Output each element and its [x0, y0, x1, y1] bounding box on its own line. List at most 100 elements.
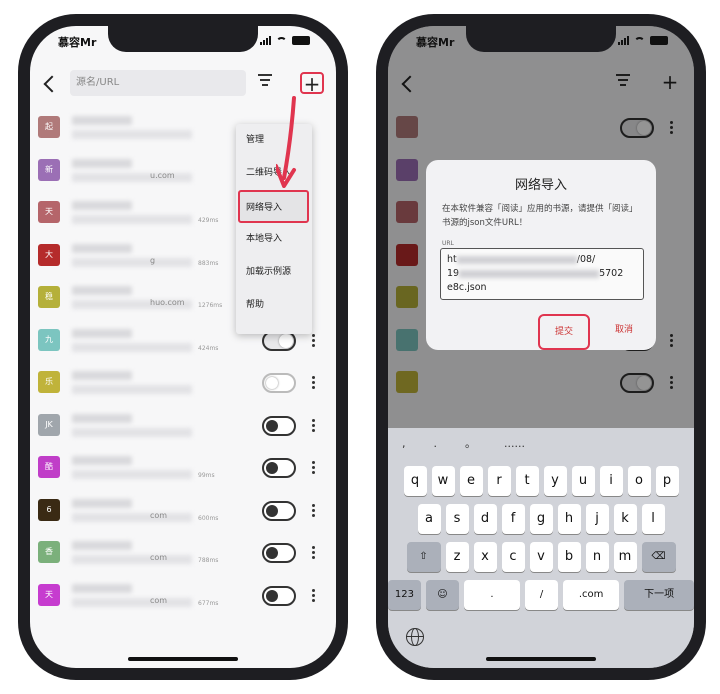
source-toggle[interactable] [262, 458, 296, 478]
suggestion[interactable]: , [402, 437, 406, 450]
key-t[interactable]: t [515, 466, 539, 496]
key-l[interactable]: l [641, 504, 665, 534]
source-url-suffix: com [150, 510, 168, 520]
more-icon[interactable] [312, 546, 316, 560]
key-a[interactable]: a [417, 504, 441, 534]
source-row[interactable]: JK [30, 406, 336, 449]
notch [108, 26, 258, 52]
more-icon[interactable] [312, 376, 316, 390]
url-input[interactable]: ht/08/ 19 5702 e8c.json [440, 248, 644, 300]
source-toggle[interactable] [262, 585, 296, 606]
key-f[interactable]: f [501, 504, 525, 534]
key-b[interactable]: b [557, 542, 581, 572]
key-m[interactable]: m [613, 542, 637, 572]
key-h[interactable]: h [557, 504, 581, 534]
home-indicator [128, 657, 238, 661]
battery-icon [650, 36, 668, 45]
more-icon[interactable] [312, 418, 316, 433]
menu-item-load-sample[interactable]: 加载示例源 [236, 256, 312, 289]
source-latency: 429ms [198, 217, 219, 224]
key-j[interactable]: j [585, 504, 609, 534]
key-o[interactable]: o [627, 466, 651, 496]
next-key[interactable]: 下一项 [624, 580, 694, 610]
notch [466, 26, 616, 52]
shift-key[interactable]: ⇧ [406, 542, 441, 572]
period-key[interactable]: . [463, 580, 521, 610]
source-toggle[interactable] [262, 500, 296, 521]
suggestion[interactable]: . [434, 437, 438, 450]
key-x[interactable]: x [473, 542, 497, 572]
dotcom-key[interactable]: .com [563, 580, 620, 610]
key-z[interactable]: z [445, 542, 469, 572]
key-w[interactable]: w [431, 466, 455, 496]
delete-key[interactable]: ⌫ [641, 542, 676, 572]
numbers-key[interactable]: 123 [388, 580, 421, 610]
more-icon[interactable] [312, 461, 316, 475]
more-icon[interactable] [312, 503, 316, 518]
source-url-redacted [72, 385, 192, 394]
url-label: URL [442, 240, 454, 247]
toggle-knob [266, 419, 278, 432]
source-toggle[interactable] [262, 415, 296, 436]
source-name-redacted [72, 201, 132, 210]
more-icon[interactable] [312, 588, 316, 603]
key-row-3: ⇧ zxcvbnm ⌫ [388, 542, 694, 572]
url-line2-end: 5702 [599, 268, 624, 279]
key-r[interactable]: r [487, 466, 511, 496]
back-icon[interactable] [42, 74, 58, 94]
source-latency: 788ms [198, 557, 219, 564]
source-row[interactable]: 酷 99ms [30, 448, 336, 491]
key-q[interactable]: q [403, 466, 427, 496]
key-s[interactable]: s [445, 504, 469, 534]
menu-item-local-import[interactable]: 本地导入 [236, 223, 312, 256]
source-avatar: 稳 [38, 286, 60, 308]
source-row[interactable]: 香 com 788ms [30, 533, 336, 576]
source-row[interactable]: 6 com 600ms [30, 491, 336, 534]
source-avatar: 天 [38, 583, 60, 606]
source-toggle[interactable] [262, 543, 296, 563]
source-row[interactable]: 天 com 677ms [30, 576, 336, 619]
key-v[interactable]: v [529, 542, 553, 572]
source-row[interactable]: 乐 [30, 363, 336, 406]
source-toggle[interactable] [262, 373, 296, 393]
slash-key[interactable]: / [525, 580, 559, 610]
menu-item-help[interactable]: 帮助 [236, 289, 312, 322]
source-name-redacted [72, 413, 132, 423]
emoji-key[interactable]: ☺ [425, 580, 459, 610]
cancel-button[interactable]: 取消 [602, 314, 646, 350]
network-import-dialog: 网络导入 在本软件兼容「阅读」应用的书源，请提供「阅读」书源的json文件URL… [426, 160, 656, 350]
search-input[interactable]: 源名/URL [70, 70, 246, 96]
toggle-knob [266, 377, 278, 389]
suggestion[interactable]: ...... [504, 437, 525, 450]
source-url-redacted [72, 427, 192, 437]
dialog-message: 在本软件兼容「阅读」应用的书源，请提供「阅读」书源的json文件URL！ [442, 204, 638, 228]
url-line3: e8c.json [447, 282, 487, 293]
key-p[interactable]: p [655, 466, 679, 496]
source-avatar: 6 [38, 498, 60, 521]
source-url-redacted [72, 597, 192, 607]
source-url-redacted [72, 555, 192, 564]
more-icon[interactable] [312, 333, 316, 348]
add-icon[interactable]: + [300, 72, 324, 94]
key-c[interactable]: c [501, 542, 525, 572]
key-g[interactable]: g [529, 504, 553, 534]
submit-button[interactable]: 提交 [538, 314, 590, 350]
key-u[interactable]: u [571, 466, 595, 496]
globe-icon[interactable] [406, 628, 424, 646]
source-avatar: 香 [38, 541, 60, 563]
menu-item-network-import[interactable]: 网络导入 [238, 190, 309, 223]
source-latency: 883ms [198, 259, 219, 267]
source-url-redacted [72, 130, 192, 139]
source-avatar: 乐 [38, 371, 60, 393]
status-time: 慕容Mr [416, 36, 455, 49]
key-n[interactable]: n [585, 542, 609, 572]
key-e[interactable]: e [459, 466, 483, 496]
key-i[interactable]: i [599, 466, 623, 496]
key-y[interactable]: y [543, 466, 567, 496]
wifi-icon [634, 37, 645, 45]
suggestion[interactable]: 。 [465, 435, 476, 451]
key-k[interactable]: k [613, 504, 637, 534]
source-url-suffix: u.com [150, 170, 175, 180]
filter-icon[interactable] [258, 74, 272, 88]
key-d[interactable]: d [473, 504, 497, 534]
